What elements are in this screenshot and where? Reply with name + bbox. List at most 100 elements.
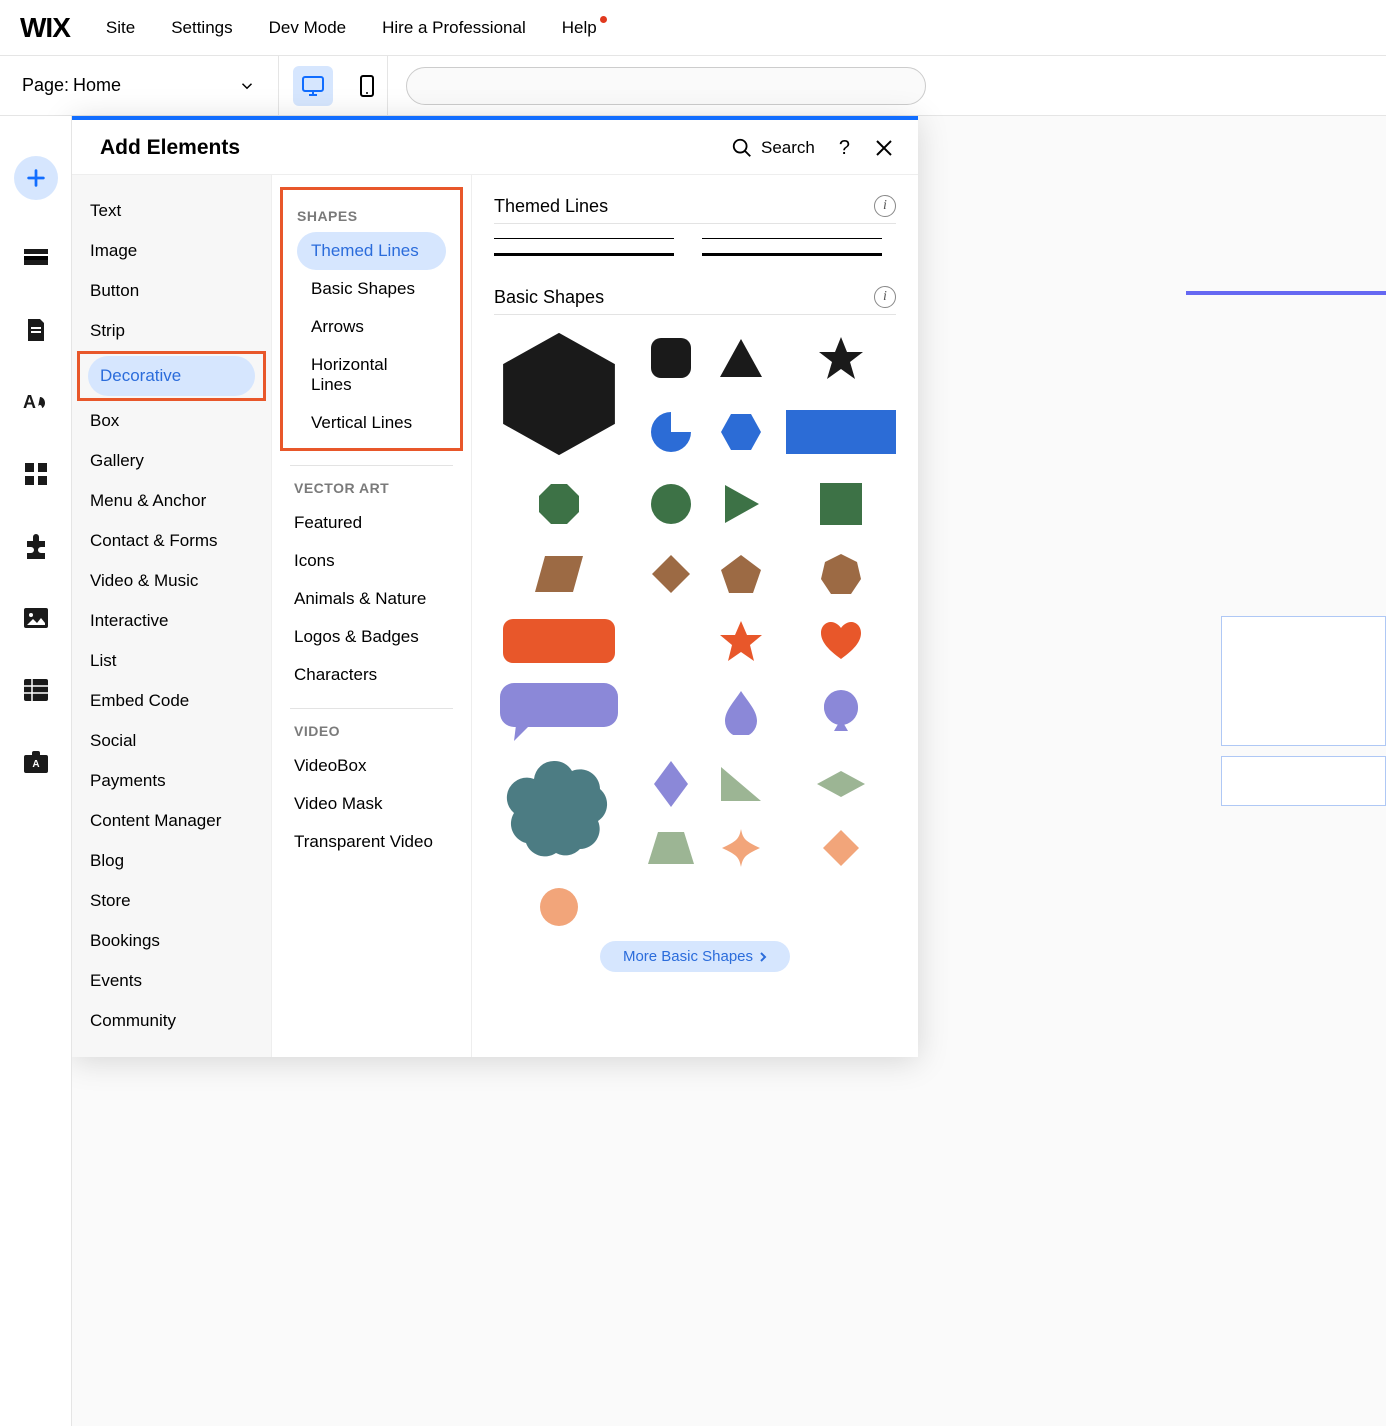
subcat-animals-nature[interactable]: Animals & Nature bbox=[280, 580, 463, 618]
panel-close-button[interactable] bbox=[874, 138, 894, 158]
shape-triangle[interactable] bbox=[718, 337, 764, 379]
shape-rhombus-sage[interactable] bbox=[815, 769, 867, 799]
category-payments[interactable]: Payments bbox=[72, 761, 271, 801]
category-list[interactable]: List bbox=[72, 641, 271, 681]
shape-right-triangle[interactable] bbox=[719, 765, 763, 803]
canvas-element-2[interactable] bbox=[1221, 756, 1386, 806]
add-elements-button[interactable] bbox=[14, 156, 58, 200]
category-contact-forms[interactable]: Contact & Forms bbox=[72, 521, 271, 561]
shape-star-orange[interactable] bbox=[718, 619, 764, 663]
shape-pie[interactable] bbox=[650, 411, 692, 453]
shape-speech-purple[interactable] bbox=[500, 683, 618, 741]
page-selector[interactable]: Page: Home bbox=[0, 75, 278, 96]
shape-balloon[interactable] bbox=[822, 689, 860, 735]
menu-settings[interactable]: Settings bbox=[171, 18, 232, 38]
subcat-video-mask[interactable]: Video Mask bbox=[280, 785, 463, 823]
subcat-horizontal-lines[interactable]: Horizontal Lines bbox=[297, 346, 446, 404]
subcat-basic-shapes[interactable]: Basic Shapes bbox=[297, 270, 446, 308]
subcat-arrows[interactable]: Arrows bbox=[297, 308, 446, 346]
shape-sparkle[interactable] bbox=[720, 827, 762, 869]
category-social[interactable]: Social bbox=[72, 721, 271, 761]
menu-devmode[interactable]: Dev Mode bbox=[269, 18, 346, 38]
category-button[interactable]: Button bbox=[72, 271, 271, 311]
shape-diamond-peach[interactable] bbox=[821, 828, 861, 868]
shape-circle-green[interactable] bbox=[650, 483, 692, 525]
shape-diamond-brown[interactable] bbox=[650, 553, 692, 595]
business-icon[interactable]: A bbox=[22, 748, 50, 776]
menu-help[interactable]: Help bbox=[562, 18, 597, 38]
shape-play[interactable] bbox=[721, 483, 761, 525]
shape-heptagon[interactable] bbox=[819, 552, 863, 596]
apps-icon[interactable] bbox=[22, 460, 50, 488]
panel-help-button[interactable]: ? bbox=[839, 137, 850, 160]
separator bbox=[290, 708, 453, 709]
mobile-view-button[interactable] bbox=[347, 66, 387, 106]
subcat-vertical-lines[interactable]: Vertical Lines bbox=[297, 404, 446, 442]
category-text[interactable]: Text bbox=[72, 191, 271, 231]
data-icon[interactable] bbox=[22, 676, 50, 704]
shape-heart[interactable] bbox=[819, 621, 863, 661]
category-image[interactable]: Image bbox=[72, 231, 271, 271]
category-box[interactable]: Box bbox=[72, 401, 271, 441]
shape-hexagon-large[interactable] bbox=[494, 329, 624, 459]
menu-site[interactable]: Site bbox=[106, 18, 135, 38]
category-video-music[interactable]: Video & Music bbox=[72, 561, 271, 601]
menu-hire[interactable]: Hire a Professional bbox=[382, 18, 526, 38]
category-store[interactable]: Store bbox=[72, 881, 271, 921]
category-gallery[interactable]: Gallery bbox=[72, 441, 271, 481]
subcat-characters[interactable]: Characters bbox=[280, 656, 463, 694]
url-input[interactable] bbox=[406, 67, 926, 105]
addons-icon[interactable] bbox=[22, 532, 50, 560]
theme-icon[interactable]: A bbox=[22, 388, 50, 416]
category-blog[interactable]: Blog bbox=[72, 841, 271, 881]
category-bookings[interactable]: Bookings bbox=[72, 921, 271, 961]
subcat-logos-badges[interactable]: Logos & Badges bbox=[280, 618, 463, 656]
shape-cloud[interactable] bbox=[499, 759, 619, 869]
svg-text:A: A bbox=[32, 759, 39, 770]
shape-pentagon[interactable] bbox=[719, 553, 763, 595]
category-strip[interactable]: Strip bbox=[72, 311, 271, 351]
line-sample-thin-2[interactable] bbox=[702, 238, 882, 239]
shape-rectangle-blue[interactable] bbox=[786, 410, 896, 454]
category-content-manager[interactable]: Content Manager bbox=[72, 801, 271, 841]
shape-hexagon-small[interactable] bbox=[719, 412, 763, 452]
shape-rounded-square[interactable] bbox=[649, 336, 693, 380]
shape-diamond-purple[interactable] bbox=[652, 759, 690, 809]
media-icon[interactable] bbox=[22, 604, 50, 632]
shape-trapezoid[interactable] bbox=[646, 830, 696, 866]
category-community[interactable]: Community bbox=[72, 1001, 271, 1041]
subcat-transparent-video[interactable]: Transparent Video bbox=[280, 823, 463, 861]
more-basic-shapes-button[interactable]: More Basic Shapes bbox=[600, 941, 790, 972]
info-icon[interactable]: i bbox=[874, 195, 896, 217]
shape-circle-peach[interactable] bbox=[539, 887, 579, 927]
shape-rounded-rect-orange[interactable] bbox=[503, 619, 615, 663]
category-embed-code[interactable]: Embed Code bbox=[72, 681, 271, 721]
info-icon[interactable]: i bbox=[874, 286, 896, 308]
line-sample-thick-2[interactable] bbox=[702, 253, 882, 256]
sections-icon[interactable] bbox=[22, 244, 50, 272]
chevron-down-icon bbox=[238, 77, 256, 95]
line-sample-thick-1[interactable] bbox=[494, 253, 674, 256]
shape-parallelogram[interactable] bbox=[533, 554, 585, 594]
panel-search[interactable]: Search bbox=[731, 137, 815, 159]
desktop-view-button[interactable] bbox=[293, 66, 333, 106]
wix-logo: WIX bbox=[20, 12, 70, 44]
shape-star[interactable] bbox=[817, 335, 865, 381]
pages-icon[interactable] bbox=[22, 316, 50, 344]
url-bar bbox=[388, 67, 1386, 105]
subcat-featured[interactable]: Featured bbox=[280, 504, 463, 542]
subcat-icons[interactable]: Icons bbox=[280, 542, 463, 580]
shape-drop[interactable] bbox=[723, 689, 759, 735]
panel-body: TextImageButtonStrip Decorative BoxGallery… bbox=[72, 175, 918, 1057]
category-interactive[interactable]: Interactive bbox=[72, 601, 271, 641]
shape-octagon[interactable] bbox=[537, 482, 581, 526]
category-decorative[interactable]: Decorative bbox=[88, 356, 255, 396]
page-prefix: Page: bbox=[22, 75, 69, 96]
category-events[interactable]: Events bbox=[72, 961, 271, 1001]
category-menu-anchor[interactable]: Menu & Anchor bbox=[72, 481, 271, 521]
line-sample-thin-1[interactable] bbox=[494, 238, 674, 239]
subcat-videobox[interactable]: VideoBox bbox=[280, 747, 463, 785]
subcat-themed-lines[interactable]: Themed Lines bbox=[297, 232, 446, 270]
canvas-element-1[interactable] bbox=[1221, 616, 1386, 746]
shape-square-green[interactable] bbox=[820, 483, 862, 525]
